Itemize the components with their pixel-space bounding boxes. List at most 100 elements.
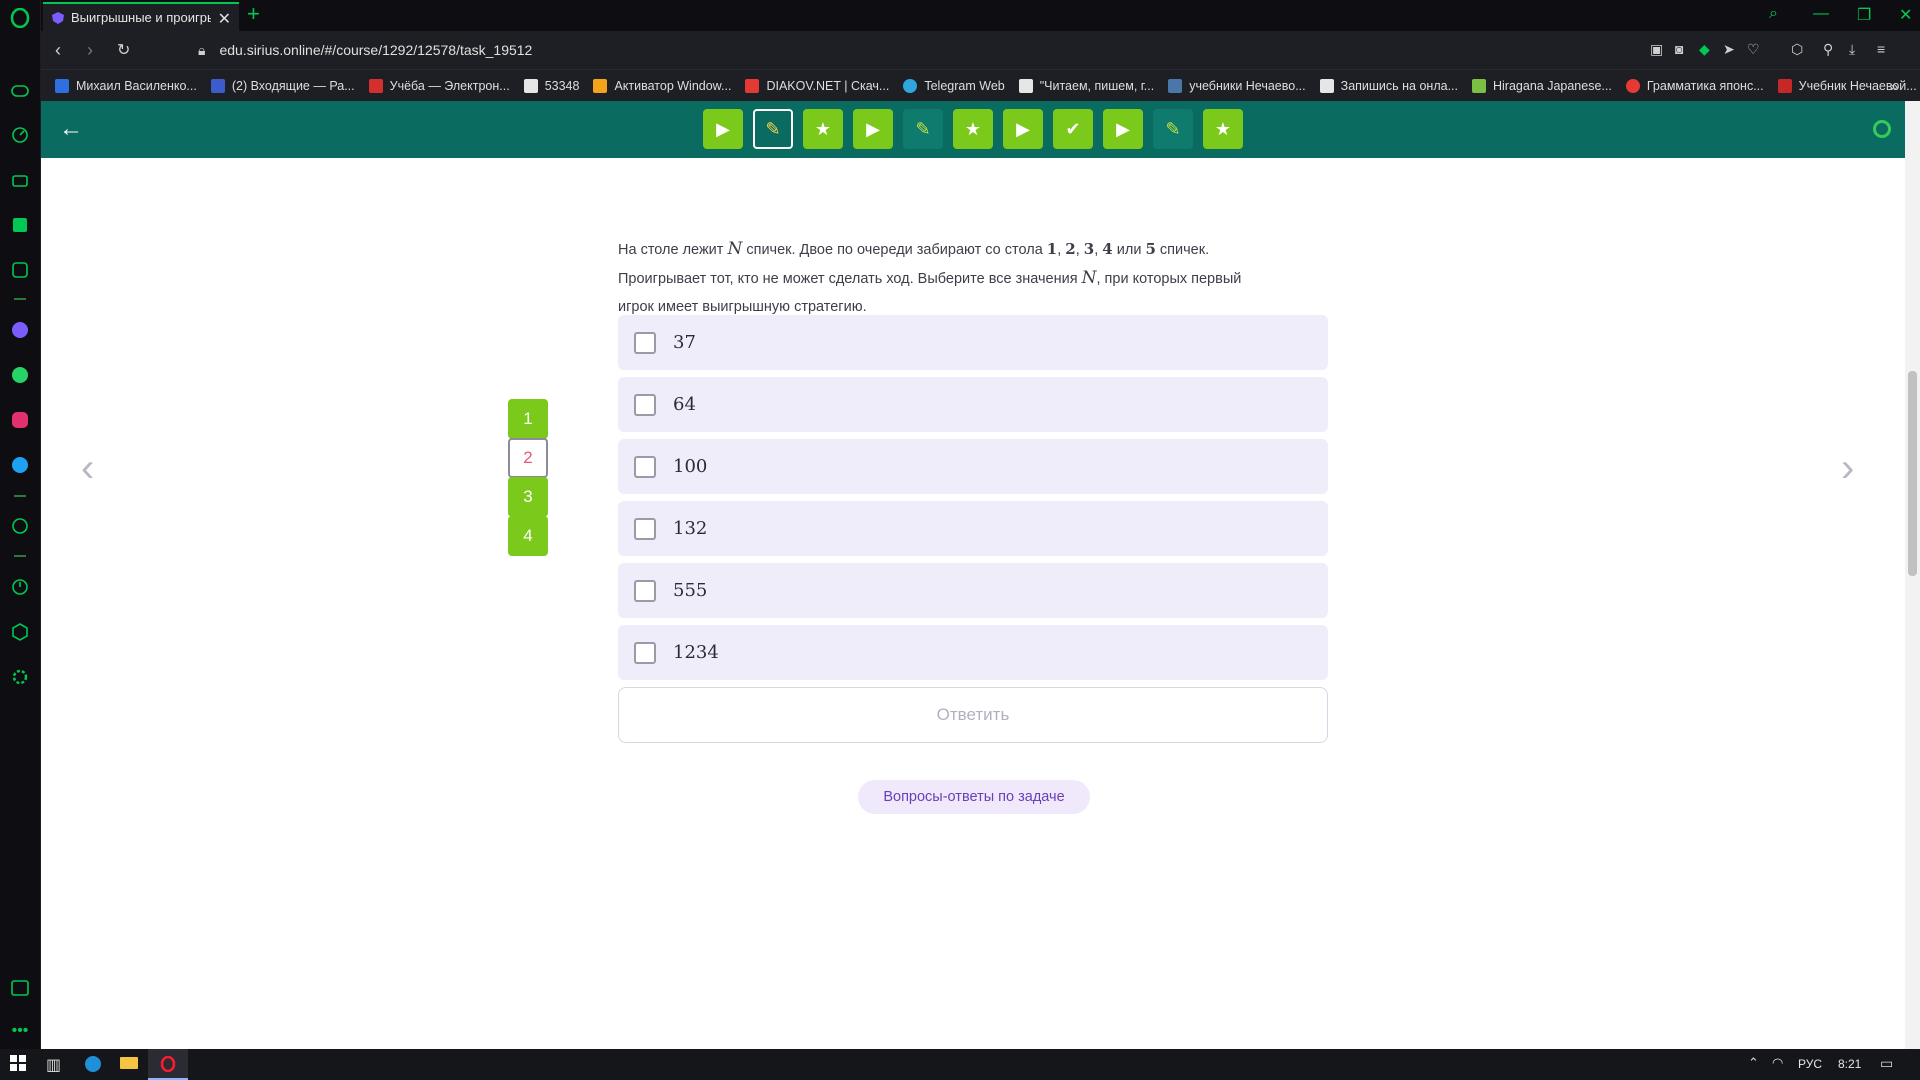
bookmark-item[interactable]: "Читаем, пишем, г... bbox=[1018, 78, 1154, 93]
minimize-icon[interactable]: — bbox=[1813, 5, 1829, 23]
extensions-cube-icon[interactable] bbox=[10, 622, 30, 642]
edge-icon[interactable] bbox=[84, 1055, 102, 1078]
twitter-icon[interactable] bbox=[10, 455, 30, 475]
bookmark-item[interactable]: Учёба — Электрон... bbox=[368, 78, 510, 93]
settings-gear-icon[interactable] bbox=[10, 667, 30, 687]
step-star-icon[interactable]: ★ bbox=[1203, 109, 1243, 149]
option-checkbox[interactable] bbox=[634, 579, 656, 602]
bookmark-item[interactable]: Активатор Window... bbox=[593, 78, 731, 93]
new-tab-icon[interactable]: + bbox=[247, 3, 260, 25]
option-checkbox[interactable] bbox=[634, 455, 656, 478]
vpn-shield-icon[interactable]: ◆ bbox=[1699, 41, 1710, 58]
answer-option[interactable]: 555 bbox=[618, 563, 1328, 618]
reload-icon[interactable]: ↻ bbox=[117, 40, 130, 60]
bookmark-favicon-icon bbox=[903, 78, 918, 93]
profile-icon[interactable]: ⚲ bbox=[1823, 41, 1833, 58]
gallery-icon[interactable] bbox=[10, 978, 30, 998]
instagram-icon[interactable] bbox=[10, 410, 30, 430]
step-star-icon[interactable]: ★ bbox=[953, 109, 993, 149]
twitch-icon[interactable] bbox=[10, 215, 30, 235]
messenger-icon[interactable] bbox=[10, 320, 30, 340]
questions-answers-button[interactable]: Вопросы-ответы по задаче bbox=[858, 780, 1090, 814]
restore-icon[interactable]: ❐ bbox=[1857, 5, 1871, 25]
option-value: 64 bbox=[673, 394, 696, 415]
back-icon[interactable]: ‹ bbox=[55, 40, 61, 61]
bookmark-item[interactable]: (2) Входящие — Ра... bbox=[210, 78, 355, 93]
close-tab-icon[interactable]: ✕ bbox=[218, 9, 231, 29]
course-header: ← ▶ ✎ ★ ▶ ✎ ★ ▶ ✔ ▶ ✎ ★ bbox=[41, 101, 1905, 158]
bookmark-item[interactable]: Hiragana Japanese... bbox=[1472, 78, 1612, 93]
tray-chevron-up-icon[interactable]: ⌃ bbox=[1748, 1055, 1759, 1071]
option-checkbox[interactable] bbox=[634, 331, 656, 354]
step-play-icon[interactable]: ▶ bbox=[853, 109, 893, 149]
question-number-3[interactable]: 3 bbox=[508, 477, 548, 517]
answer-option[interactable]: 37 bbox=[618, 315, 1328, 370]
bookmark-favicon-icon bbox=[1777, 78, 1792, 93]
opera-logo-icon[interactable] bbox=[10, 8, 30, 28]
heart-icon[interactable]: ♡ bbox=[1747, 41, 1760, 58]
forward-icon[interactable]: › bbox=[87, 40, 93, 61]
whatsapp-icon[interactable] bbox=[10, 365, 30, 385]
bookmark-item[interactable]: Михаил Василенко... bbox=[55, 78, 197, 93]
opera-taskbar-icon[interactable] bbox=[148, 1049, 188, 1080]
twitch-tv-icon[interactable] bbox=[10, 170, 30, 190]
question-number-2[interactable]: 2 bbox=[508, 438, 548, 478]
option-value: 132 bbox=[673, 518, 708, 539]
question-number-4[interactable]: 4 bbox=[508, 516, 548, 556]
option-checkbox[interactable] bbox=[634, 641, 656, 664]
prev-task-chevron-icon[interactable]: ‹ bbox=[81, 446, 94, 491]
step-star-icon[interactable]: ★ bbox=[803, 109, 843, 149]
bookmark-item[interactable]: Запишись на онла... bbox=[1319, 78, 1458, 93]
step-play-icon[interactable]: ▶ bbox=[703, 109, 743, 149]
bookmark-item[interactable]: учебники Нечаево... bbox=[1168, 78, 1306, 93]
step-play-icon[interactable]: ▶ bbox=[1003, 109, 1043, 149]
history-icon[interactable] bbox=[10, 577, 30, 597]
url-field[interactable]: 🔒︎ edu.sirius.online/#/course/1292/12578/… bbox=[198, 42, 532, 59]
step-check-icon[interactable]: ✔ bbox=[1053, 109, 1093, 149]
answer-option[interactable]: 64 bbox=[618, 377, 1328, 432]
bookmarks-overflow-icon[interactable]: » bbox=[1890, 78, 1898, 94]
cube-icon[interactable]: ⬡ bbox=[1791, 41, 1803, 58]
more-dots-icon[interactable]: ••• bbox=[10, 1021, 30, 1041]
camera-icon[interactable]: ◙ bbox=[1675, 41, 1683, 57]
option-checkbox[interactable] bbox=[634, 517, 656, 540]
bookmark-item[interactable]: Грамматика японс... bbox=[1625, 78, 1764, 93]
clock-time[interactable]: 8:21 bbox=[1838, 1057, 1861, 1071]
option-checkbox[interactable] bbox=[634, 393, 656, 416]
menu-icon[interactable]: ≡ bbox=[1877, 41, 1885, 57]
input-language[interactable]: РУС bbox=[1798, 1057, 1822, 1071]
progress-ring-icon[interactable] bbox=[1873, 120, 1891, 138]
speed-dial-icon[interactable] bbox=[10, 125, 30, 145]
task-view-icon[interactable]: ▥ bbox=[46, 1055, 61, 1075]
answer-option[interactable]: 132 bbox=[618, 501, 1328, 556]
download-icon[interactable]: ⤓ bbox=[1849, 41, 1855, 58]
gamepad-icon[interactable] bbox=[10, 81, 30, 101]
file-explorer-icon[interactable] bbox=[120, 1055, 138, 1074]
question-number-1[interactable]: 1 bbox=[508, 399, 548, 439]
back-arrow-icon[interactable]: ← bbox=[59, 115, 83, 143]
step-pencil-icon[interactable]: ✎ bbox=[753, 109, 793, 149]
submit-answer-button[interactable]: Ответить bbox=[618, 687, 1328, 743]
bookmark-favicon-icon bbox=[593, 78, 608, 93]
discord-icon[interactable] bbox=[10, 260, 30, 280]
answer-option[interactable]: 1234 bbox=[618, 625, 1328, 680]
page-scrollbar[interactable] bbox=[1905, 101, 1920, 1049]
windows-start-icon[interactable] bbox=[10, 1055, 26, 1076]
easy-setup-icon[interactable]: ▣ bbox=[1650, 41, 1663, 58]
notifications-icon[interactable]: ▭ bbox=[1880, 1055, 1893, 1072]
search-icon[interactable]: ⌕ bbox=[1769, 5, 1778, 23]
send-icon[interactable]: ➤ bbox=[1723, 41, 1735, 58]
tab-active[interactable]: Выигрышные и проигрыш ✕ bbox=[43, 2, 239, 31]
player-icon[interactable] bbox=[10, 516, 30, 536]
bookmark-item[interactable]: 53348 bbox=[523, 78, 579, 93]
scrollbar-thumb[interactable] bbox=[1908, 371, 1917, 576]
close-window-icon[interactable]: ✕ bbox=[1899, 5, 1912, 25]
answer-option[interactable]: 100 bbox=[618, 439, 1328, 494]
step-pencil-icon[interactable]: ✎ bbox=[1153, 109, 1193, 149]
step-pencil-icon[interactable]: ✎ bbox=[903, 109, 943, 149]
bookmark-item[interactable]: DIAKOV.NET | Скач... bbox=[745, 78, 889, 93]
wifi-icon[interactable]: ◠ bbox=[1772, 1055, 1783, 1071]
step-play-icon[interactable]: ▶ bbox=[1103, 109, 1143, 149]
bookmark-item[interactable]: Telegram Web bbox=[903, 78, 1005, 93]
next-task-chevron-icon[interactable]: › bbox=[1841, 446, 1854, 491]
